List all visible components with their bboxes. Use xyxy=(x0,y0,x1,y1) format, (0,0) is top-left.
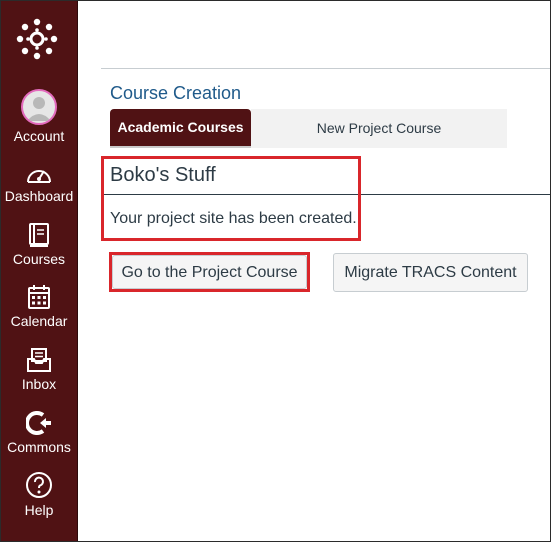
avatar-icon xyxy=(21,89,57,125)
tab-academic-courses[interactable]: Academic Courses xyxy=(110,109,251,148)
book-icon xyxy=(29,223,49,247)
inbox-icon xyxy=(27,348,51,372)
nav-label-courses: Courses xyxy=(12,251,66,267)
nav-item-help[interactable]: Help xyxy=(1,471,77,518)
page-title: Course Creation xyxy=(110,83,242,103)
nav-item-inbox[interactable]: Inbox xyxy=(1,347,77,392)
nav-label-calendar: Calendar xyxy=(10,313,68,329)
nav-label-dashboard: Dashboard xyxy=(4,188,74,204)
go-to-project-course-button[interactable]: Go to the Project Course xyxy=(112,255,307,289)
commons-icon xyxy=(26,411,51,435)
dashboard-gauge-icon xyxy=(27,170,51,183)
global-nav-sidebar: Account Dashboard Courses Calendar Inbox… xyxy=(1,1,78,541)
nav-label-help: Help xyxy=(24,502,54,518)
app-window: Account Dashboard Courses Calendar Inbox… xyxy=(0,0,551,542)
nav-label-account: Account xyxy=(13,128,65,144)
nav-label-commons: Commons xyxy=(7,439,71,455)
nav-item-courses[interactable]: Courses xyxy=(1,222,77,267)
nav-label-inbox: Inbox xyxy=(21,376,57,392)
project-course-name: Boko's Stuff xyxy=(110,164,216,186)
creation-confirmation: Your project site has been created. xyxy=(110,210,357,227)
help-icon xyxy=(26,472,52,498)
header-divider xyxy=(101,68,550,69)
tab-new-project-course[interactable]: New Project Course xyxy=(251,109,507,148)
nav-item-dashboard[interactable]: Dashboard xyxy=(1,163,77,204)
calendar-icon xyxy=(28,285,50,309)
nav-item-commons[interactable]: Commons xyxy=(1,410,77,455)
canvas-logo-icon[interactable] xyxy=(15,17,59,61)
nav-item-calendar[interactable]: Calendar xyxy=(1,284,77,329)
nav-item-account[interactable]: Account xyxy=(1,89,77,144)
migrate-tracs-content-button[interactable]: Migrate TRACS Content xyxy=(333,253,528,292)
